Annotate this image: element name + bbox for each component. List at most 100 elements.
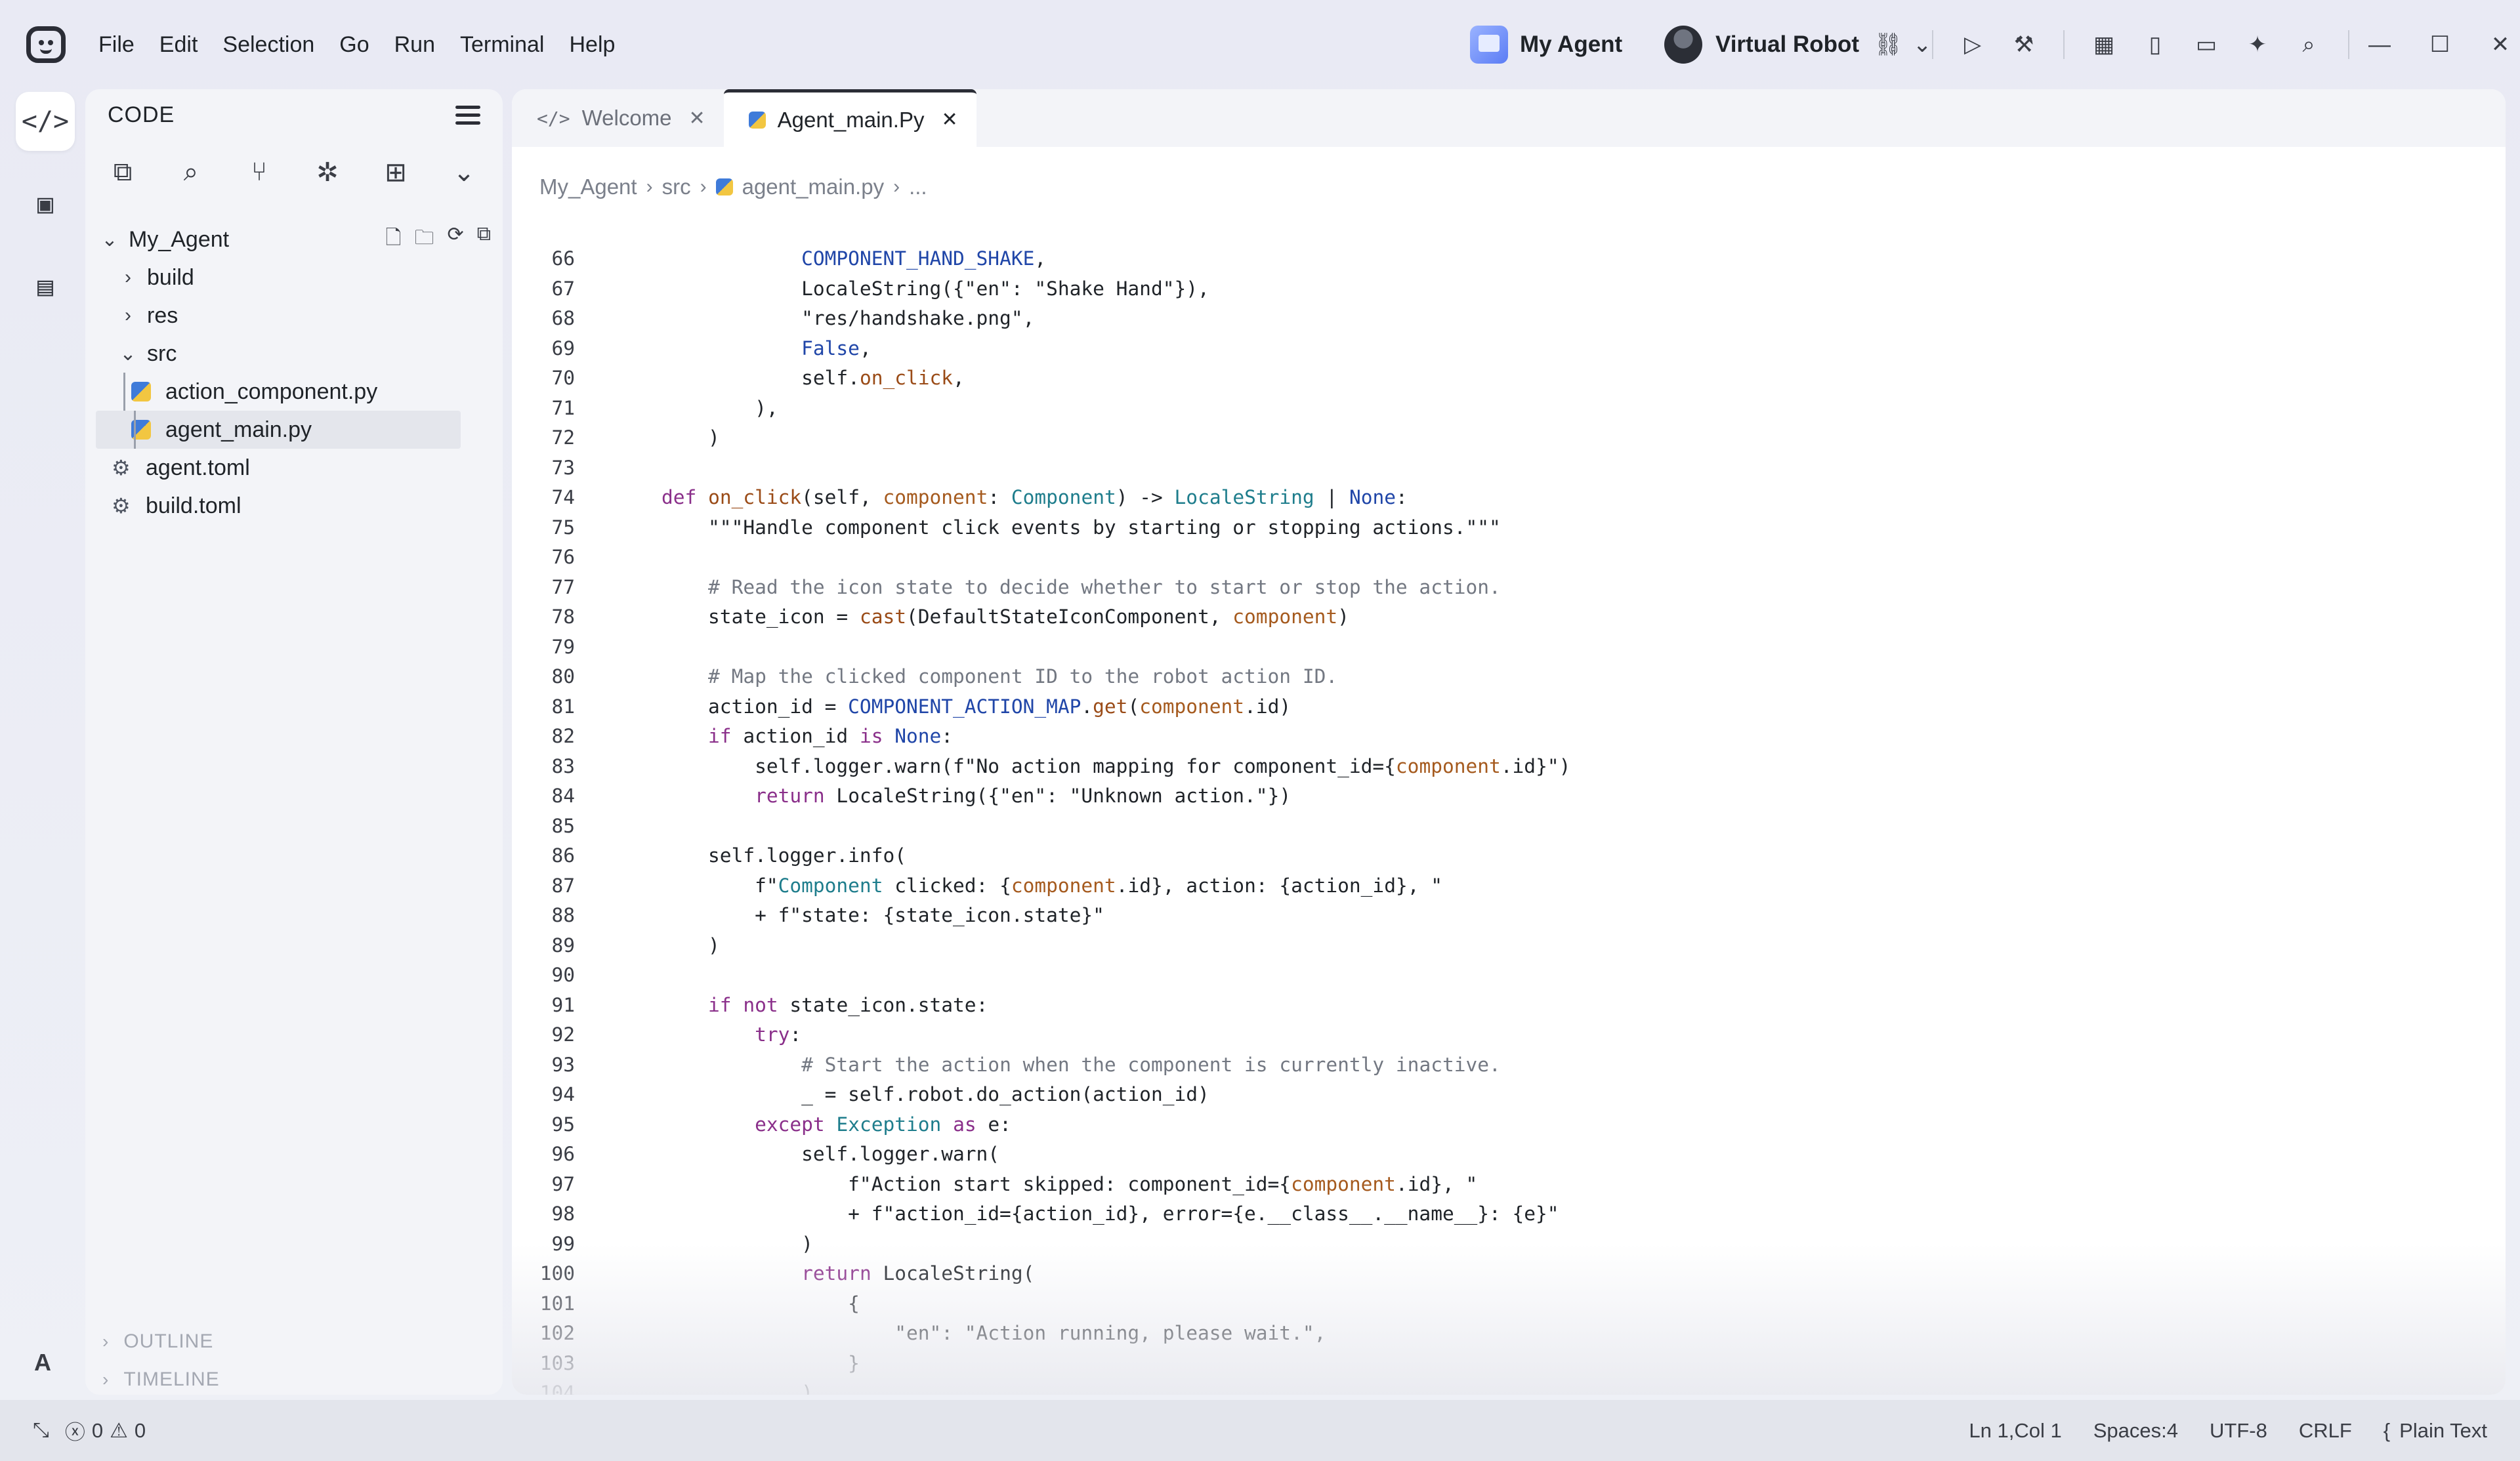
build-hammer-icon[interactable]: ⚒	[2007, 28, 2041, 62]
tree-item-action-component[interactable]: action_component.py	[85, 373, 503, 411]
hamburger-menu-icon[interactable]	[452, 101, 484, 131]
toolbar-divider	[2063, 30, 2065, 59]
tree-item-build[interactable]: › build	[85, 258, 503, 297]
search-icon[interactable]: ⌕	[173, 157, 209, 188]
menu-go[interactable]: Go	[339, 29, 369, 60]
close-icon[interactable]: ✕	[941, 108, 957, 131]
line-number: 81	[551, 695, 575, 718]
title-bar: File Edit Selection Go Run Terminal Help…	[0, 0, 2520, 89]
files-icon[interactable]: ⧉	[105, 157, 140, 188]
minimize-icon[interactable]: —	[2362, 28, 2397, 62]
problems-indicator[interactable]: ⓧ 0 ⚠ 0	[65, 1416, 146, 1445]
timeline-section[interactable]: › TIMELINE	[102, 1361, 220, 1399]
breadcrumb-item[interactable]: ...	[909, 175, 927, 199]
account-avatar[interactable]: A	[34, 1349, 51, 1376]
chevron-right-icon: ›	[893, 176, 900, 197]
new-file-icon[interactable]: 🗋	[385, 223, 401, 257]
collapse-all-icon[interactable]: ⧉	[477, 223, 491, 257]
tree-item-res[interactable]: › res	[85, 297, 503, 335]
search-icon[interactable]: ⌕	[2292, 28, 2326, 62]
file-tree: ⌄ My_Agent 🗋 🗀 ⟳ ⧉ › build › res ⌄ src a…	[85, 220, 503, 525]
robot-view-icon[interactable]: ▣	[16, 175, 75, 234]
code-text: }	[662, 1351, 860, 1374]
code-text: state_icon = cast(DefaultStateIconCompon…	[662, 606, 1349, 628]
line-number: 101	[539, 1292, 575, 1315]
menu-file[interactable]: File	[98, 29, 135, 60]
breadcrumb-item[interactable]: My_Agent	[539, 175, 637, 199]
language-mode[interactable]: { Plain Text	[2384, 1419, 2487, 1443]
tab-label: Agent_main.Py	[777, 107, 925, 132]
line-number: 90	[551, 964, 575, 986]
connection-status-icon[interactable]: ⛓	[1871, 28, 1905, 62]
code-text: # Map the clicked component ID to the ro…	[708, 665, 1338, 688]
tree-item-agent-toml[interactable]: ⚙ agent.toml	[85, 449, 503, 487]
menu-edit[interactable]: Edit	[159, 29, 198, 60]
toggle-sidebar-icon[interactable]: ▯	[2138, 28, 2172, 62]
line-number: 84	[551, 785, 575, 807]
app-logo-icon[interactable]	[26, 26, 66, 63]
gear-icon: ⚙	[112, 494, 131, 518]
line-number: 67	[551, 277, 575, 300]
line-number: 97	[551, 1172, 575, 1195]
cursor-position[interactable]: Ln 1,Col 1	[1969, 1419, 2061, 1443]
line-ending[interactable]: CRLF	[2299, 1419, 2352, 1443]
code-line: 83 self.logger.warn(f"No action mapping …	[512, 752, 2506, 782]
code-line: 81 action_id = COMPONENT_ACTION_MAP.get(…	[512, 692, 2506, 722]
sidebar-title: CODE	[108, 102, 175, 127]
line-number: 76	[551, 546, 575, 568]
breadcrumb: My_Agent › src › agent_main.py › ...	[539, 175, 927, 199]
run-icon[interactable]: ▷	[1956, 28, 1990, 62]
code-text: except Exception as e:	[755, 1113, 1011, 1136]
breadcrumb-item[interactable]: agent_main.py	[742, 175, 884, 199]
menu-help[interactable]: Help	[569, 29, 615, 60]
code-line: 85	[512, 812, 2506, 842]
code-text: False,	[801, 337, 872, 360]
status-left: ⤡ ⓧ 0 ⚠ 0	[33, 1416, 146, 1445]
layout-customize-icon[interactable]: ▦	[2087, 28, 2121, 62]
tree-item-build-toml[interactable]: ⚙ build.toml	[85, 487, 503, 525]
robot-selector[interactable]: Virtual Robot ⛓ ⌄	[1664, 24, 1939, 66]
clipboard-icon[interactable]: ▤	[16, 257, 75, 316]
code-line: 98 + f"action_id={action_id}, error={e._…	[512, 1199, 2506, 1229]
sidebar-bottom-sections: › OUTLINE › TIMELINE	[102, 1323, 220, 1399]
tree-item-label: res	[147, 302, 178, 328]
code-editor[interactable]: 66 COMPONENT_HAND_SHAKE, 67 LocaleString(…	[512, 244, 2506, 1395]
remote-connection-icon[interactable]: ⤡	[33, 1418, 49, 1443]
toolbar-divider	[1932, 30, 1933, 59]
close-icon[interactable]: ✕	[2483, 28, 2517, 62]
tab-welcome[interactable]: </> Welcome ✕	[512, 89, 724, 147]
activity-bar: </> ▣ ▤	[0, 89, 89, 1401]
toggle-panel-icon[interactable]: ▭	[2189, 28, 2223, 62]
ai-sparkle-icon[interactable]: ✦	[2240, 28, 2275, 62]
menu-selection[interactable]: Selection	[222, 29, 314, 60]
line-number: 98	[551, 1203, 575, 1225]
code-line: 80 # Map the clicked component ID to the…	[512, 662, 2506, 692]
debug-icon[interactable]: ✲	[310, 157, 345, 188]
agent-badge[interactable]: My Agent	[1470, 24, 1622, 66]
agent-cube-icon	[1470, 26, 1508, 64]
tree-root-folder[interactable]: ⌄ My_Agent 🗋 🗀 ⟳ ⧉	[85, 220, 503, 258]
tree-item-label: src	[147, 340, 177, 366]
close-icon[interactable]: ✕	[689, 107, 705, 130]
menu-run[interactable]: Run	[394, 29, 435, 60]
line-number: 82	[551, 725, 575, 747]
code-line: 71 ),	[512, 394, 2506, 424]
extensions-icon[interactable]: ⊞	[378, 157, 413, 188]
new-folder-icon[interactable]: 🗀	[414, 223, 434, 257]
tree-item-src[interactable]: ⌄ src	[85, 335, 503, 373]
menu-terminal[interactable]: Terminal	[460, 29, 544, 60]
tab-agent-main[interactable]: Agent_main.Py ✕	[723, 89, 976, 147]
encoding[interactable]: UTF-8	[2210, 1419, 2267, 1443]
indentation[interactable]: Spaces:4	[2093, 1419, 2178, 1443]
refresh-icon[interactable]: ⟳	[447, 223, 463, 257]
outline-section[interactable]: › OUTLINE	[102, 1323, 220, 1361]
source-control-icon[interactable]: ⑂	[242, 157, 277, 188]
code-view-icon[interactable]: </>	[16, 92, 75, 151]
maximize-icon[interactable]: ☐	[2423, 28, 2457, 62]
warning-icon: ⚠	[110, 1418, 128, 1442]
code-icon: </>	[537, 107, 570, 129]
tree-item-agent-main[interactable]: agent_main.py	[96, 411, 461, 449]
breadcrumb-item[interactable]: src	[662, 175, 691, 199]
tree-root-label: My_Agent	[129, 226, 230, 252]
chevron-down-icon[interactable]: ⌄	[446, 157, 482, 188]
